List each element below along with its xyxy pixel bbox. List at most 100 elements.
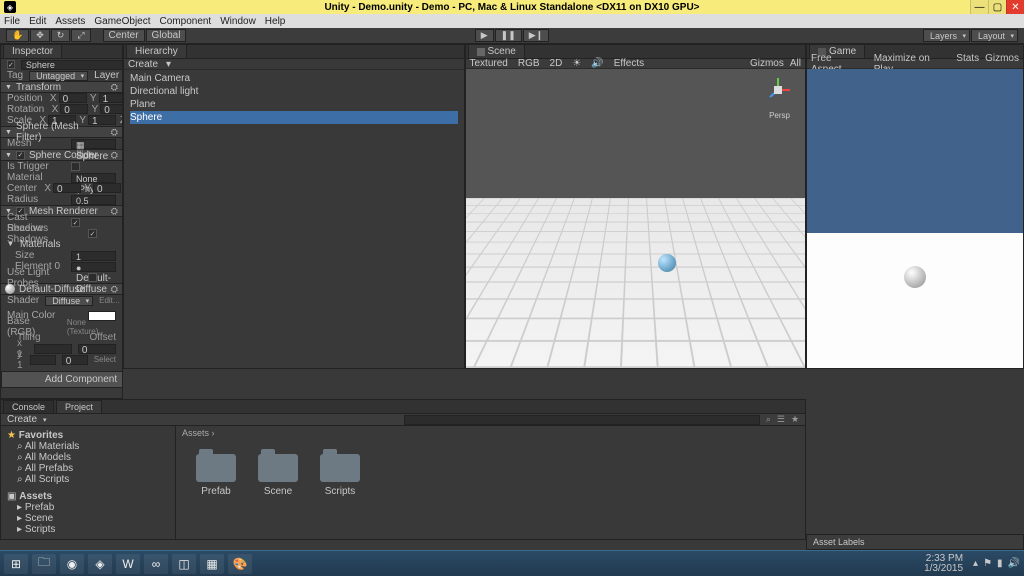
console-tab[interactable]: Console [3,400,54,413]
fav-item[interactable]: ⌕ All Prefabs [7,463,169,474]
game-viewport[interactable] [807,69,1023,368]
title-bar: ◈ Unity - Demo.unity - Demo - PC, Mac & … [0,0,1024,14]
draw-mode[interactable]: RGB [518,58,540,69]
folder-item[interactable]: Scripts [320,454,360,497]
maximize-button[interactable]: ▢ [988,0,1006,14]
pivot-global-button[interactable]: Global [146,29,187,42]
effects-dropdown[interactable]: Effects [614,58,644,69]
layout-dropdown[interactable]: Layout [971,29,1018,42]
explorer-icon[interactable]: 🗀 [32,554,56,574]
step-button[interactable]: ▶❙ [523,29,549,42]
app-icon[interactable]: ▦ [200,554,224,574]
scene-tab[interactable]: Scene [468,44,525,58]
dir-item[interactable]: ▸ Scripts [7,524,169,535]
scene-viewport[interactable]: Persp [466,69,806,368]
filter-icon[interactable]: ☰ [777,414,785,425]
flag-icon[interactable]: ⚑ [983,558,992,569]
window-title: Unity - Demo.unity - Demo - PC, Mac & Li… [324,2,699,13]
scene-panel: Scene Textured RGB 2D ☀🔊 Effects Gizmos … [465,44,807,369]
add-component-button[interactable]: Add Component [1,371,122,388]
dir-item[interactable]: ▸ Scene [7,513,169,524]
shading-mode-dropdown[interactable]: Textured [470,58,508,69]
menu-component[interactable]: Component [160,16,212,27]
pause-button[interactable]: ❚❚ [495,29,522,42]
fav-item[interactable]: ⌕ All Materials [7,441,169,452]
visualstudio-icon[interactable]: ∞ [144,554,168,574]
hierarchy-tab[interactable]: Hierarchy [126,44,187,58]
unity-logo-icon: ◈ [4,1,16,13]
2d-toggle[interactable]: 2D [550,58,563,69]
light-probes-toggle[interactable] [88,273,97,282]
inspector-tab[interactable]: Inspector [3,44,62,58]
close-button[interactable]: ✕ [1006,0,1024,14]
play-button[interactable]: ▶ [475,29,494,42]
star-icon[interactable]: ★ [791,414,799,425]
start-button[interactable]: ⊞ [4,554,28,574]
folder-item[interactable]: Scene [258,454,298,497]
app-icon[interactable]: 🎨 [228,554,252,574]
hierarchy-list: Main Camera Directional light Plane Sphe… [124,70,464,126]
hand-tool-button[interactable]: ✋ [6,29,29,42]
shader-dropdown[interactable]: Diffuse [45,296,93,306]
active-toggle[interactable]: ✓ [7,60,15,69]
game-sphere-object [904,266,926,288]
gear-icon[interactable]: ⛭ [111,206,118,217]
inspector-panel: Inspector ✓ Static Tag Untagged Layer De… [0,44,123,399]
fav-item[interactable]: ⌕ All Scripts [7,474,169,485]
gear-icon[interactable]: ⛭ [111,284,118,295]
physic-material-field[interactable]: None (Physic Material) [71,173,116,183]
hierarchy-item[interactable]: Directional light [130,85,458,98]
object-name-input[interactable] [21,60,122,70]
tag-dropdown[interactable]: Untagged [29,71,88,81]
radius-field[interactable]: 0.5 [71,195,116,205]
unity-icon[interactable]: ◈ [88,554,112,574]
network-icon[interactable]: ▮ [997,558,1003,569]
projection-label: Persp [769,111,790,120]
gear-icon[interactable]: ⛭ [111,82,118,93]
breadcrumb[interactable]: Assets › [182,428,215,438]
orientation-gizmo-icon[interactable] [763,75,793,105]
gear-icon[interactable]: ⛭ [111,127,118,138]
search-icon[interactable]: ⌕ [766,414,771,425]
tray-up-icon[interactable]: ▴ [973,558,978,569]
meshfilter-header[interactable]: ▼Sphere (Mesh Filter)⛭ [1,126,122,138]
gizmos-dropdown[interactable]: Gizmos [750,58,784,69]
project-tree: ★ Favorites ⌕ All Materials ⌕ All Models… [1,426,176,539]
clock[interactable]: 2:33 PM1/3/2015 [924,554,963,574]
word-icon[interactable]: W [116,554,140,574]
move-tool-button[interactable]: ✥ [30,29,50,42]
layers-dropdown[interactable]: Layers [923,29,970,42]
project-panel: Console Project Create▾ ⌕ ☰ ★ ★ Favorite… [0,399,806,540]
project-create-button[interactable]: Create [7,414,37,425]
project-tab[interactable]: Project [56,400,102,413]
menu-help[interactable]: Help [265,16,286,27]
mesh-field[interactable]: ▦ Sphere [71,139,116,149]
hierarchy-create-button[interactable]: Create [128,59,158,70]
menu-assets[interactable]: Assets [55,16,85,27]
pivot-center-button[interactable]: Center [103,29,145,42]
app-icon[interactable]: ◫ [172,554,196,574]
scale-tool-button[interactable]: ⤢ [71,29,90,42]
hierarchy-item-selected[interactable]: Sphere [130,111,458,124]
project-search-input[interactable] [404,415,760,425]
asset-labels-header[interactable]: Asset Labels [806,534,1024,550]
menu-edit[interactable]: Edit [29,16,46,27]
transform-header[interactable]: ▼Transform⛭ [1,81,122,93]
rotate-tool-button[interactable]: ↻ [51,29,71,42]
menu-window[interactable]: Window [220,16,256,27]
hierarchy-item[interactable]: Main Camera [130,72,458,85]
folder-item[interactable]: Prefab [196,454,236,497]
menu-bar: File Edit Assets GameObject Component Wi… [0,14,1024,28]
recv-shadows-toggle[interactable]: ✓ [88,229,97,238]
hierarchy-item[interactable]: Plane [130,98,458,111]
dir-item[interactable]: ▸ Prefab [7,502,169,513]
minimize-button[interactable]: — [970,0,988,14]
menu-gameobject[interactable]: GameObject [94,16,150,27]
fav-item[interactable]: ⌕ All Models [7,452,169,463]
menu-file[interactable]: File [4,16,20,27]
gear-icon[interactable]: ⛭ [111,150,118,161]
volume-icon[interactable]: 🔊 [1008,558,1020,569]
istrigger-toggle[interactable] [71,162,80,171]
chrome-icon[interactable]: ◉ [60,554,84,574]
scene-sphere-object[interactable] [658,254,676,272]
